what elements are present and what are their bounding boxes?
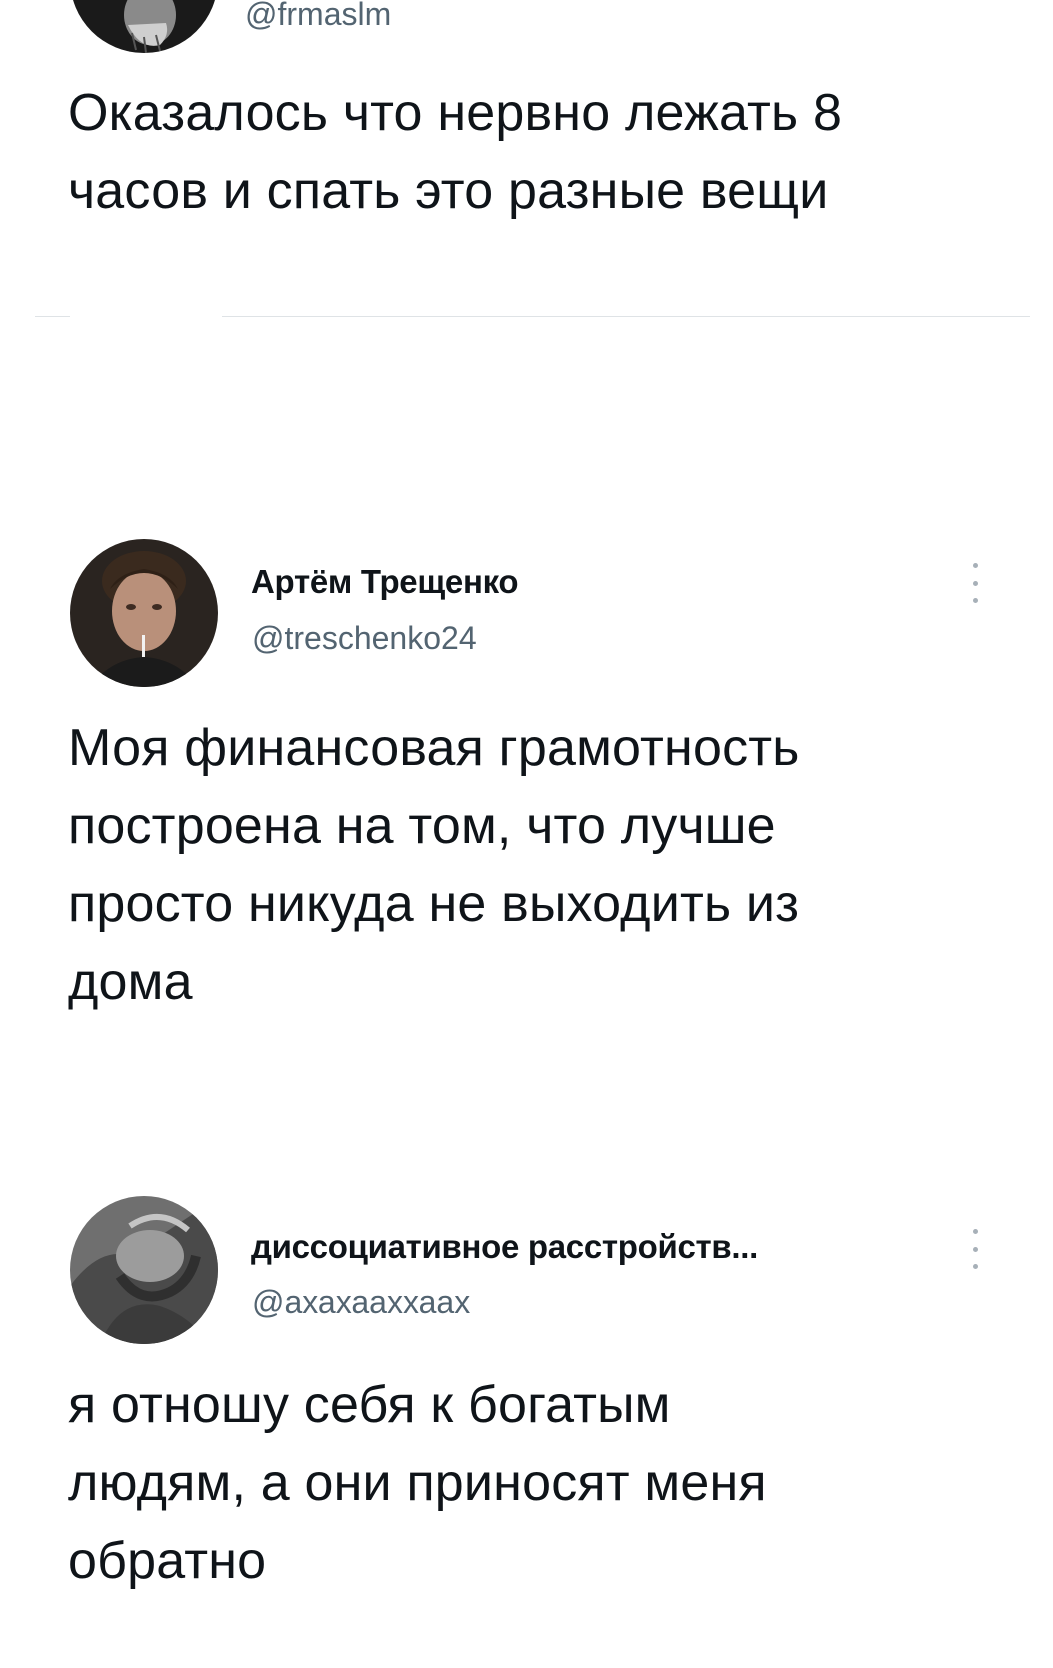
dot bbox=[972, 580, 978, 586]
avatar[interactable] bbox=[70, 1196, 218, 1344]
tweet-3[interactable]: диссоциативное расстройств... @ахахаахха… bbox=[0, 1196, 1053, 1666]
dot bbox=[972, 1264, 978, 1269]
divider bbox=[222, 316, 1030, 317]
dot bbox=[972, 1246, 978, 1252]
avatar-photo-icon bbox=[70, 539, 218, 687]
tweet-1[interactable]: @frmaslm Оказалось что нервно лежать 8 ч… bbox=[0, 0, 1053, 300]
dot bbox=[972, 598, 978, 603]
more-vertical-icon[interactable] bbox=[968, 563, 982, 603]
author-handle[interactable]: @ахахааххаах bbox=[252, 1284, 470, 1321]
tweet-text: я отношу себя к богатым людям, а они при… bbox=[68, 1376, 767, 1590]
author-name[interactable]: Артём Трещенко bbox=[251, 563, 519, 601]
more-vertical-icon[interactable] bbox=[968, 1229, 982, 1269]
tweet-2[interactable]: Артём Трещенко @treschenko24 Моя финансо… bbox=[0, 535, 1053, 1015]
tweet-text: Моя финансовая грамотность построена на … bbox=[68, 719, 800, 1011]
author-handle[interactable]: @treschenko24 bbox=[252, 620, 477, 657]
avatar[interactable] bbox=[70, 539, 218, 687]
tweet-text: Оказалось что нервно лежать 8 часов и сп… bbox=[68, 84, 843, 220]
author-name[interactable]: диссоциативное расстройств... bbox=[251, 1228, 758, 1266]
avatar-photo-icon bbox=[70, 0, 218, 53]
avatar-photo-icon bbox=[70, 1196, 218, 1344]
avatar[interactable] bbox=[70, 0, 218, 53]
divider bbox=[35, 316, 70, 317]
author-handle[interactable]: @frmaslm bbox=[245, 0, 391, 33]
dot bbox=[972, 563, 978, 568]
dot bbox=[972, 1229, 978, 1234]
